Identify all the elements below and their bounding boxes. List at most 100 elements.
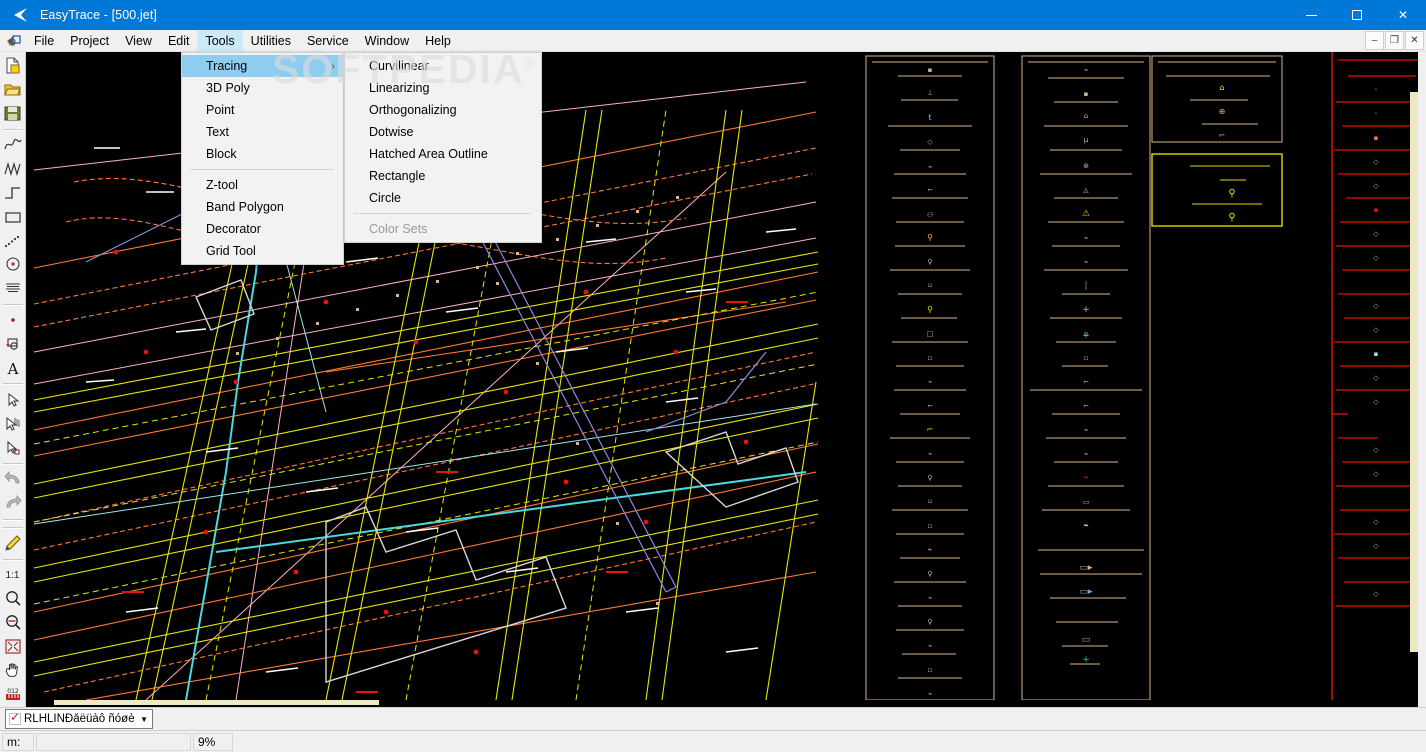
submenu-item-dotwise[interactable]: Dotwise xyxy=(345,121,541,143)
select-box-icon[interactable] xyxy=(1,436,25,459)
svg-text:◇: ◇ xyxy=(1373,518,1379,526)
svg-text:⌁: ⌁ xyxy=(1084,234,1088,242)
menu-utilities[interactable]: Utilities xyxy=(243,30,299,52)
svg-text:▭: ▭ xyxy=(1082,635,1091,645)
zoom-one-to-one-icon[interactable]: 1:1 xyxy=(1,564,25,587)
select-arrow-icon[interactable] xyxy=(1,388,25,411)
svg-text:⌁: ⌁ xyxy=(1083,521,1088,531)
submenu-item-linearizing[interactable]: Linearizing xyxy=(345,77,541,99)
menu-view[interactable]: View xyxy=(117,30,160,52)
mdi-minimize-button[interactable]: – xyxy=(1365,31,1384,50)
menu-item-tracing-label: Tracing xyxy=(206,59,248,73)
open-folder-icon[interactable] xyxy=(1,78,25,101)
rectangle-icon[interactable] xyxy=(1,205,25,228)
menu-item-band-polygon[interactable]: Band Polygon xyxy=(182,196,343,218)
window-maximize-button[interactable] xyxy=(1334,0,1380,30)
zoom-fit-icon[interactable] xyxy=(1,635,25,658)
undo-arrow-icon[interactable] xyxy=(1,468,25,491)
layer-select-combo[interactable]: RLHLINÐåëüàô ñóøè ▼ xyxy=(5,709,153,729)
svg-text:▫: ▫ xyxy=(928,522,933,530)
left-tool-palette: A 1:1 012 xyxy=(0,52,26,707)
svg-text:◇: ◇ xyxy=(1373,182,1379,190)
canvas-vertical-scroll-thumb[interactable] xyxy=(1410,92,1418,652)
window-minimize-button[interactable] xyxy=(1288,0,1334,30)
window-controls: ✕ xyxy=(1288,0,1426,30)
layer-visible-check-icon[interactable] xyxy=(9,711,21,725)
svg-text:◇: ◇ xyxy=(1373,470,1379,478)
svg-text:⊥: ⊥ xyxy=(927,89,933,97)
status-bar: m: 9% xyxy=(0,730,1426,752)
circle-point-icon[interactable] xyxy=(1,253,25,276)
curve-line-icon[interactable] xyxy=(1,134,25,157)
submenu-item-orthogonalizing[interactable]: Orthogonalizing xyxy=(345,99,541,121)
window-close-button[interactable]: ✕ xyxy=(1380,0,1426,30)
menu-tools[interactable]: Tools xyxy=(197,29,243,52)
menu-item-z-tool[interactable]: Z-tool xyxy=(182,174,343,196)
mdi-restore-button[interactable]: ❐ xyxy=(1385,31,1404,50)
svg-text:A: A xyxy=(6,360,18,376)
svg-text:⌁: ⌁ xyxy=(928,642,932,650)
pencil-edit-icon[interactable] xyxy=(1,532,25,555)
point-icon[interactable] xyxy=(1,309,25,332)
menu-bar: File Project View Edit Tools Utilities S… xyxy=(0,29,1426,52)
new-file-icon[interactable] xyxy=(1,54,25,77)
svg-text:◇: ◇ xyxy=(1373,398,1379,406)
zoom-out-icon[interactable] xyxy=(1,611,25,634)
orthogonal-step-icon[interactable] xyxy=(1,181,25,204)
svg-text:⌁: ⌁ xyxy=(1084,426,1088,434)
redo-arrow-icon[interactable] xyxy=(1,492,25,515)
polyline-icon[interactable] xyxy=(1,158,25,181)
zoom-in-icon[interactable] xyxy=(1,588,25,611)
easytrace-application-window: EasyTrace - [500.jet] ✕ File Project Vie… xyxy=(0,0,1426,752)
svg-text:⚲: ⚲ xyxy=(1228,212,1235,223)
menu-item-grid-tool[interactable]: Grid Tool xyxy=(182,240,343,262)
menu-item-decorator[interactable]: Decorator xyxy=(182,218,343,240)
canvas-vertical-scroll-track[interactable] xyxy=(1418,52,1426,707)
menu-help[interactable]: Help xyxy=(417,30,459,52)
mdi-close-button[interactable]: ✕ xyxy=(1405,31,1424,50)
dotwise-icon[interactable] xyxy=(1,229,25,252)
hatched-area-icon[interactable] xyxy=(1,277,25,300)
measure-ruler-icon[interactable]: 012 xyxy=(1,683,25,706)
menu-project[interactable]: Project xyxy=(62,30,117,52)
status-measure-label: m: xyxy=(2,732,34,751)
block-icon[interactable] xyxy=(1,333,25,356)
save-disk-icon[interactable] xyxy=(1,102,25,125)
menu-item-3d-poly[interactable]: 3D Poly xyxy=(182,77,343,99)
chevron-down-icon[interactable]: ▼ xyxy=(138,715,150,724)
menu-item-block[interactable]: Block xyxy=(182,143,343,165)
svg-text:▭: ▭ xyxy=(1083,498,1090,506)
window-title-bar: EasyTrace - [500.jet] ✕ xyxy=(0,0,1426,30)
svg-text:⌁: ⌁ xyxy=(928,378,932,386)
canvas-horizontal-scroll-thumb[interactable] xyxy=(54,700,379,705)
menu-service[interactable]: Service xyxy=(299,30,357,52)
submenu-item-hatched-area-outline[interactable]: Hatched Area Outline xyxy=(345,143,541,165)
submenu-item-rectangle[interactable]: Rectangle xyxy=(345,165,541,187)
text-tool-icon[interactable]: A xyxy=(1,357,25,380)
svg-text:◇: ◇ xyxy=(1373,254,1379,262)
tools-dropdown-menu[interactable]: Tracing › 3D Poly Point Text Block Z-too… xyxy=(181,52,344,265)
pan-hand-icon[interactable] xyxy=(1,659,25,682)
svg-text:▭▸: ▭▸ xyxy=(1079,563,1093,573)
svg-text:◇: ◇ xyxy=(1373,590,1379,598)
status-zoom-level: 9% xyxy=(193,732,233,751)
svg-text:+: + xyxy=(1082,305,1090,315)
canvas-horizontal-scroll-track[interactable] xyxy=(26,700,1426,707)
submenu-item-curvilinear[interactable]: Curvilinear xyxy=(345,55,541,77)
svg-text:▫: ▫ xyxy=(928,666,933,674)
submenu-item-circle[interactable]: Circle xyxy=(345,187,541,209)
menu-edit[interactable]: Edit xyxy=(160,30,198,52)
svg-text:▪: ▪ xyxy=(1374,350,1379,358)
svg-text:◬: ◬ xyxy=(1083,186,1089,194)
svg-text:+: + xyxy=(1082,655,1090,665)
menu-item-text[interactable]: Text xyxy=(182,121,343,143)
svg-text:⌐: ⌐ xyxy=(927,402,933,410)
menu-window[interactable]: Window xyxy=(357,30,417,52)
menu-item-tracing[interactable]: Tracing › xyxy=(182,55,343,77)
svg-text:⌑: ⌑ xyxy=(928,282,932,290)
svg-text:⚠: ⚠ xyxy=(1082,209,1090,219)
menu-item-point[interactable]: Point xyxy=(182,99,343,121)
tracing-submenu[interactable]: Curvilinear Linearizing Orthogonalizing … xyxy=(344,52,542,243)
band-polygon-icon[interactable] xyxy=(1,412,25,435)
menu-file[interactable]: File xyxy=(26,30,62,52)
